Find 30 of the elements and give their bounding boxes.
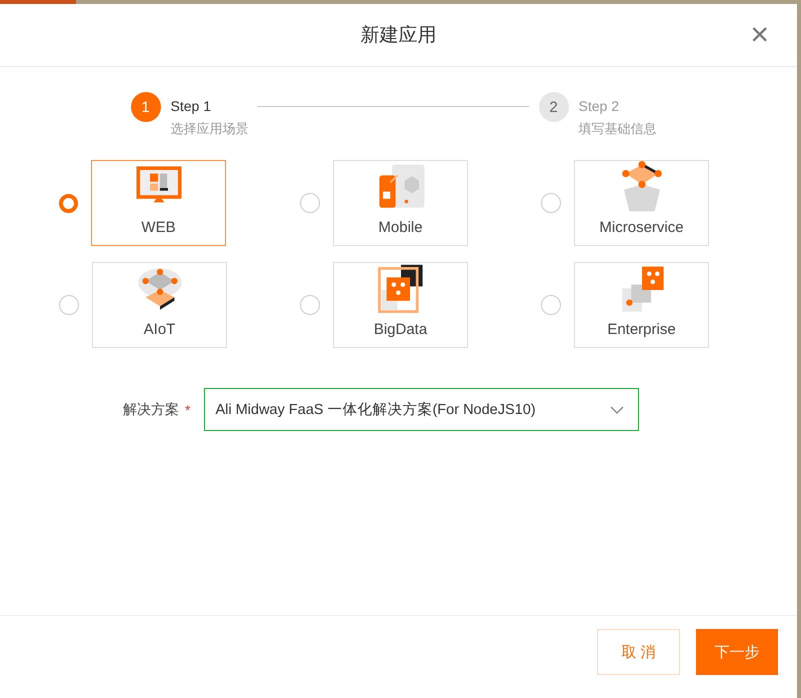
step-number: 2 — [538, 92, 568, 122]
scenario-card[interactable]: Microservice — [574, 160, 709, 246]
step-title: Step 1 — [170, 98, 212, 114]
scenario-card[interactable]: BigData — [333, 262, 468, 348]
scenario-label: BigData — [374, 321, 428, 338]
dialog-title: 新建应用 — [360, 24, 436, 48]
step-title: Step 2 — [578, 98, 620, 114]
scenario-card[interactable]: AIoT — [92, 262, 227, 348]
radio-button[interactable] — [300, 295, 320, 315]
scenario-card[interactable]: Enterprise — [574, 262, 709, 348]
required-mark: * — [185, 402, 190, 418]
scenario-label: AIoT — [144, 321, 176, 338]
step-number: 1 — [130, 92, 160, 122]
radio-button[interactable] — [59, 194, 78, 212]
radio-button[interactable] — [300, 193, 320, 213]
step-description: 填写基础信息 — [578, 120, 656, 138]
scenario-label: Enterprise — [607, 321, 676, 338]
scenario-label: WEB — [141, 219, 176, 236]
chevron-down-icon — [610, 406, 624, 414]
scenario-label: Mobile — [378, 219, 423, 236]
close-button[interactable]: × — [746, 18, 773, 50]
radio-button[interactable] — [541, 295, 561, 315]
radio-button[interactable] — [59, 295, 79, 315]
scenario-card[interactable]: WEB — [91, 160, 226, 246]
scenario-label: Microservice — [599, 219, 684, 236]
field-label: 解决方案 — [123, 400, 179, 418]
step-description: 选择应用场景 — [170, 120, 248, 138]
solution-select[interactable]: Ali Midway FaaS 一体化解决方案(For NodeJS10) — [204, 388, 640, 431]
scenario-card[interactable]: Mobile — [333, 160, 468, 246]
radio-button[interactable] — [541, 193, 561, 213]
